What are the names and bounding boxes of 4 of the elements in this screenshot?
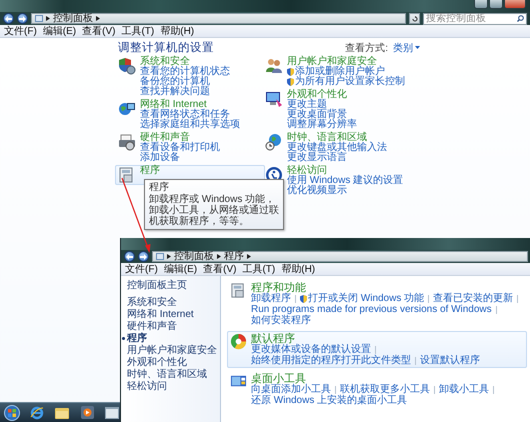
tooltip-text: 卸载程序或 Windows 功能，卸载小工具，从网络或通过联机获取新程序，等等。 <box>149 194 279 227</box>
tooltip-title: 程序 <box>149 182 170 193</box>
view-label: 查看方式: <box>345 42 388 54</box>
page-heading: 调整计算机的设置 <box>118 40 214 55</box>
